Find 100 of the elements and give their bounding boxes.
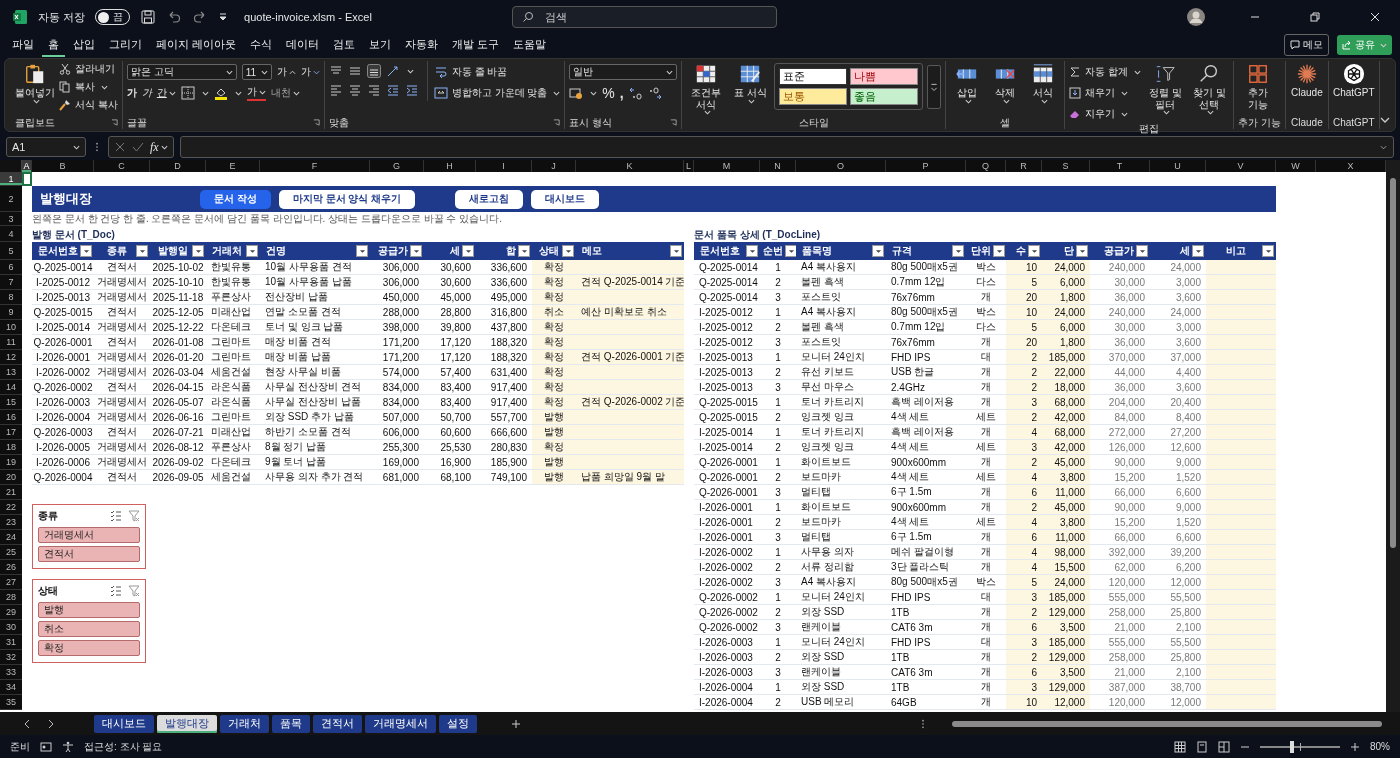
column-letter[interactable]: J (532, 160, 576, 172)
row-number[interactable]: 5 (0, 242, 22, 260)
column-letter[interactable]: F (260, 160, 370, 172)
row-number[interactable]: 28 (0, 590, 22, 605)
cell-style-swatch[interactable]: 보통 (779, 88, 848, 105)
ribbon-tab[interactable]: 페이지 레이아웃 (150, 33, 243, 57)
increase-font-size-button[interactable]: 가 (276, 65, 296, 79)
font-size-dropdown[interactable]: 11 (241, 64, 272, 80)
row-number[interactable]: 21 (0, 485, 22, 500)
bold-button[interactable]: 가 (126, 86, 137, 100)
sheet-tab[interactable]: 발행대장 (157, 714, 217, 733)
percent-button[interactable]: % (602, 85, 615, 101)
row-number[interactable]: 9 (0, 305, 22, 320)
underline-button[interactable]: 간 (156, 86, 176, 100)
row-number[interactable]: 31 (0, 635, 22, 650)
row-number[interactable]: 27 (0, 575, 22, 590)
name-box[interactable]: A1 (6, 137, 86, 157)
sheet-tab[interactable]: 설정 (439, 714, 477, 733)
row-number[interactable]: 1 (0, 172, 22, 186)
column-letter[interactable]: M (694, 160, 760, 172)
column-letter[interactable]: B (32, 160, 94, 172)
row-number[interactable]: 32 (0, 650, 22, 665)
ribbon-tab[interactable]: 검토 (327, 33, 362, 57)
sheet-tab[interactable]: 견적서 (313, 714, 362, 733)
ribbon-tab[interactable]: 홈 (42, 33, 65, 57)
row-number[interactable]: 33 (0, 665, 22, 680)
cut-button[interactable]: 잘라내기 (59, 61, 118, 77)
ribbon-tab[interactable]: 자동화 (399, 33, 445, 57)
ribbon-tab[interactable]: 파일 (6, 33, 40, 57)
slicer-item[interactable]: 견적서 (38, 546, 140, 562)
row-number[interactable]: 2 (0, 186, 22, 212)
ribbon-tab[interactable]: 데이터 (280, 33, 326, 57)
row-number[interactable]: 11 (0, 335, 22, 350)
column-letter[interactable]: R (1006, 160, 1042, 172)
insert-cells-button[interactable]: 삽입 (950, 61, 985, 104)
add-ins-button[interactable]: 추가 기능 (1238, 61, 1279, 110)
action-button[interactable]: 새로고침 (455, 189, 524, 209)
conditional-formatting-button[interactable]: 조건부 서식 (686, 61, 727, 115)
row-number[interactable]: 25 (0, 545, 22, 560)
row-number[interactable]: 13 (0, 365, 22, 380)
claude-button[interactable]: Claude (1289, 61, 1324, 99)
column-letter[interactable]: W (1276, 160, 1316, 172)
font-name-dropdown[interactable]: 맑은 고딕 (126, 64, 237, 80)
row-number[interactable]: 4 (0, 226, 22, 242)
search-field[interactable]: 검색 (511, 6, 777, 28)
column-letter[interactable]: Q (966, 160, 1006, 172)
column-letter[interactable]: I (476, 160, 532, 172)
column-letter[interactable]: H (424, 160, 476, 172)
column-letter[interactable]: P (886, 160, 966, 172)
row-number[interactable]: 34 (0, 680, 22, 695)
row-number[interactable]: 24 (0, 530, 22, 545)
row-number[interactable]: 22 (0, 500, 22, 515)
column-letter[interactable]: V (1206, 160, 1276, 172)
wrap-text-button[interactable]: 자동 줄 바꿈 (433, 64, 561, 80)
row-number[interactable]: 7 (0, 275, 22, 290)
row-number[interactable]: 14 (0, 380, 22, 395)
ribbon-tab[interactable]: 보기 (363, 33, 398, 57)
autosum-button[interactable]: 자동 합계 (1069, 64, 1142, 80)
row-number[interactable]: 12 (0, 350, 22, 365)
comma-style-button[interactable]: , (619, 85, 624, 101)
column-letter[interactable]: S (1042, 160, 1090, 172)
cell-style-swatch[interactable]: 표준 (779, 68, 848, 85)
chatgpt-button[interactable]: ChatGPT (1332, 61, 1375, 99)
format-cells-button[interactable]: 서식 (1026, 61, 1061, 104)
cell-style-swatch[interactable]: 나쁨 (850, 68, 919, 85)
ribbon-tab[interactable]: 도움말 (507, 33, 553, 57)
row-number[interactable]: 17 (0, 425, 22, 440)
merge-center-button[interactable]: 병합하고 가운데 맞춤 (433, 85, 561, 101)
column-letter[interactable]: E (206, 160, 260, 172)
slicer-item[interactable]: 발행 (38, 602, 140, 618)
sheet-tab[interactable]: 대시보드 (94, 714, 154, 733)
column-letter[interactable]: D (150, 160, 206, 172)
column-letter[interactable]: U (1150, 160, 1206, 172)
find-select-button[interactable]: 찾기 및 선택 (1189, 61, 1230, 115)
row-number[interactable]: 23 (0, 515, 22, 530)
number-format-dropdown[interactable]: 일반 (569, 64, 678, 80)
comments-button[interactable]: 메모 (1284, 34, 1329, 56)
column-letter[interactable]: K (576, 160, 684, 172)
slicer-item[interactable]: 거래명세서 (38, 527, 140, 543)
ribbon-tab[interactable]: 그리기 (103, 33, 148, 57)
row-number[interactable]: 6 (0, 260, 22, 275)
column-letter[interactable]: C (94, 160, 150, 172)
row-number[interactable]: 10 (0, 320, 22, 335)
row-number[interactable]: 20 (0, 470, 22, 485)
column-letter[interactable]: L (684, 160, 694, 172)
phonetic-guide-button[interactable]: 내천 (270, 86, 300, 100)
row-number[interactable]: 18 (0, 440, 22, 455)
format-as-table-button[interactable]: 표 서식 (730, 61, 771, 104)
column-letter[interactable]: N (760, 160, 796, 172)
column-letter[interactable]: X (1316, 160, 1386, 172)
row-number[interactable]: 19 (0, 455, 22, 470)
action-button[interactable]: 문서 작성 (200, 189, 271, 209)
slicer-item[interactable]: 확정 (38, 640, 140, 656)
insert-function-button[interactable]: fx (150, 139, 168, 155)
action-button[interactable]: 대시보드 (531, 189, 600, 209)
row-number[interactable]: 16 (0, 410, 22, 425)
delete-cells-button[interactable]: 삭제 (988, 61, 1023, 104)
row-number[interactable]: 26 (0, 560, 22, 575)
sheet-tab[interactable]: 품목 (272, 714, 310, 733)
cell-style-swatch[interactable]: 좋음 (850, 88, 919, 105)
